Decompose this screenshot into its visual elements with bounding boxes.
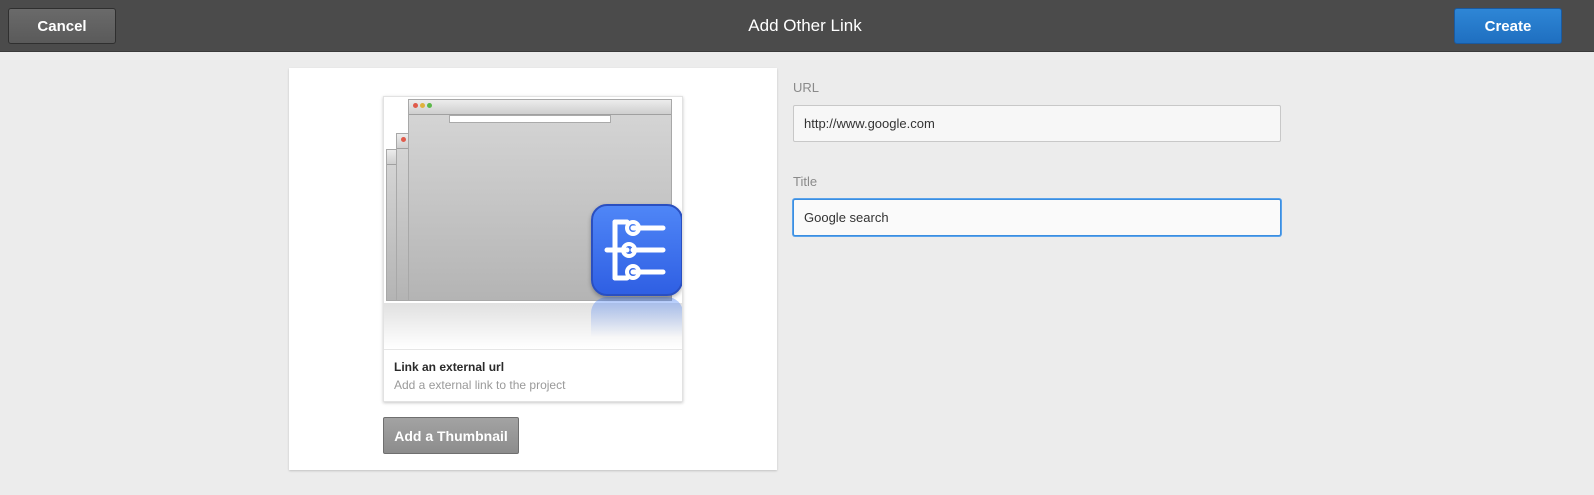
top-bar: Add Other Link Cancel Create bbox=[0, 0, 1594, 52]
app-icon-reflection bbox=[591, 297, 682, 337]
url-label: URL bbox=[793, 80, 820, 95]
link-tile-caption: Link an external url Add a external link… bbox=[384, 349, 682, 401]
link-tile[interactable]: Link an external url Add a external link… bbox=[383, 96, 683, 402]
page-title: Add Other Link bbox=[748, 16, 862, 35]
title-label: Title bbox=[793, 174, 818, 189]
link-tile-title: Link an external url bbox=[394, 360, 505, 374]
url-input[interactable] bbox=[793, 105, 1281, 142]
link-thumbnail bbox=[384, 97, 682, 349]
link-tree-app-icon bbox=[591, 204, 682, 296]
title-input[interactable] bbox=[793, 199, 1281, 236]
link-tile-subtitle: Add a external link to the project bbox=[394, 378, 566, 392]
link-preview-panel: Link an external url Add a external link… bbox=[289, 68, 777, 470]
cancel-button[interactable]: Cancel bbox=[8, 8, 116, 44]
create-button[interactable]: Create bbox=[1454, 8, 1562, 44]
add-thumbnail-button[interactable]: Add a Thumbnail bbox=[383, 417, 519, 454]
